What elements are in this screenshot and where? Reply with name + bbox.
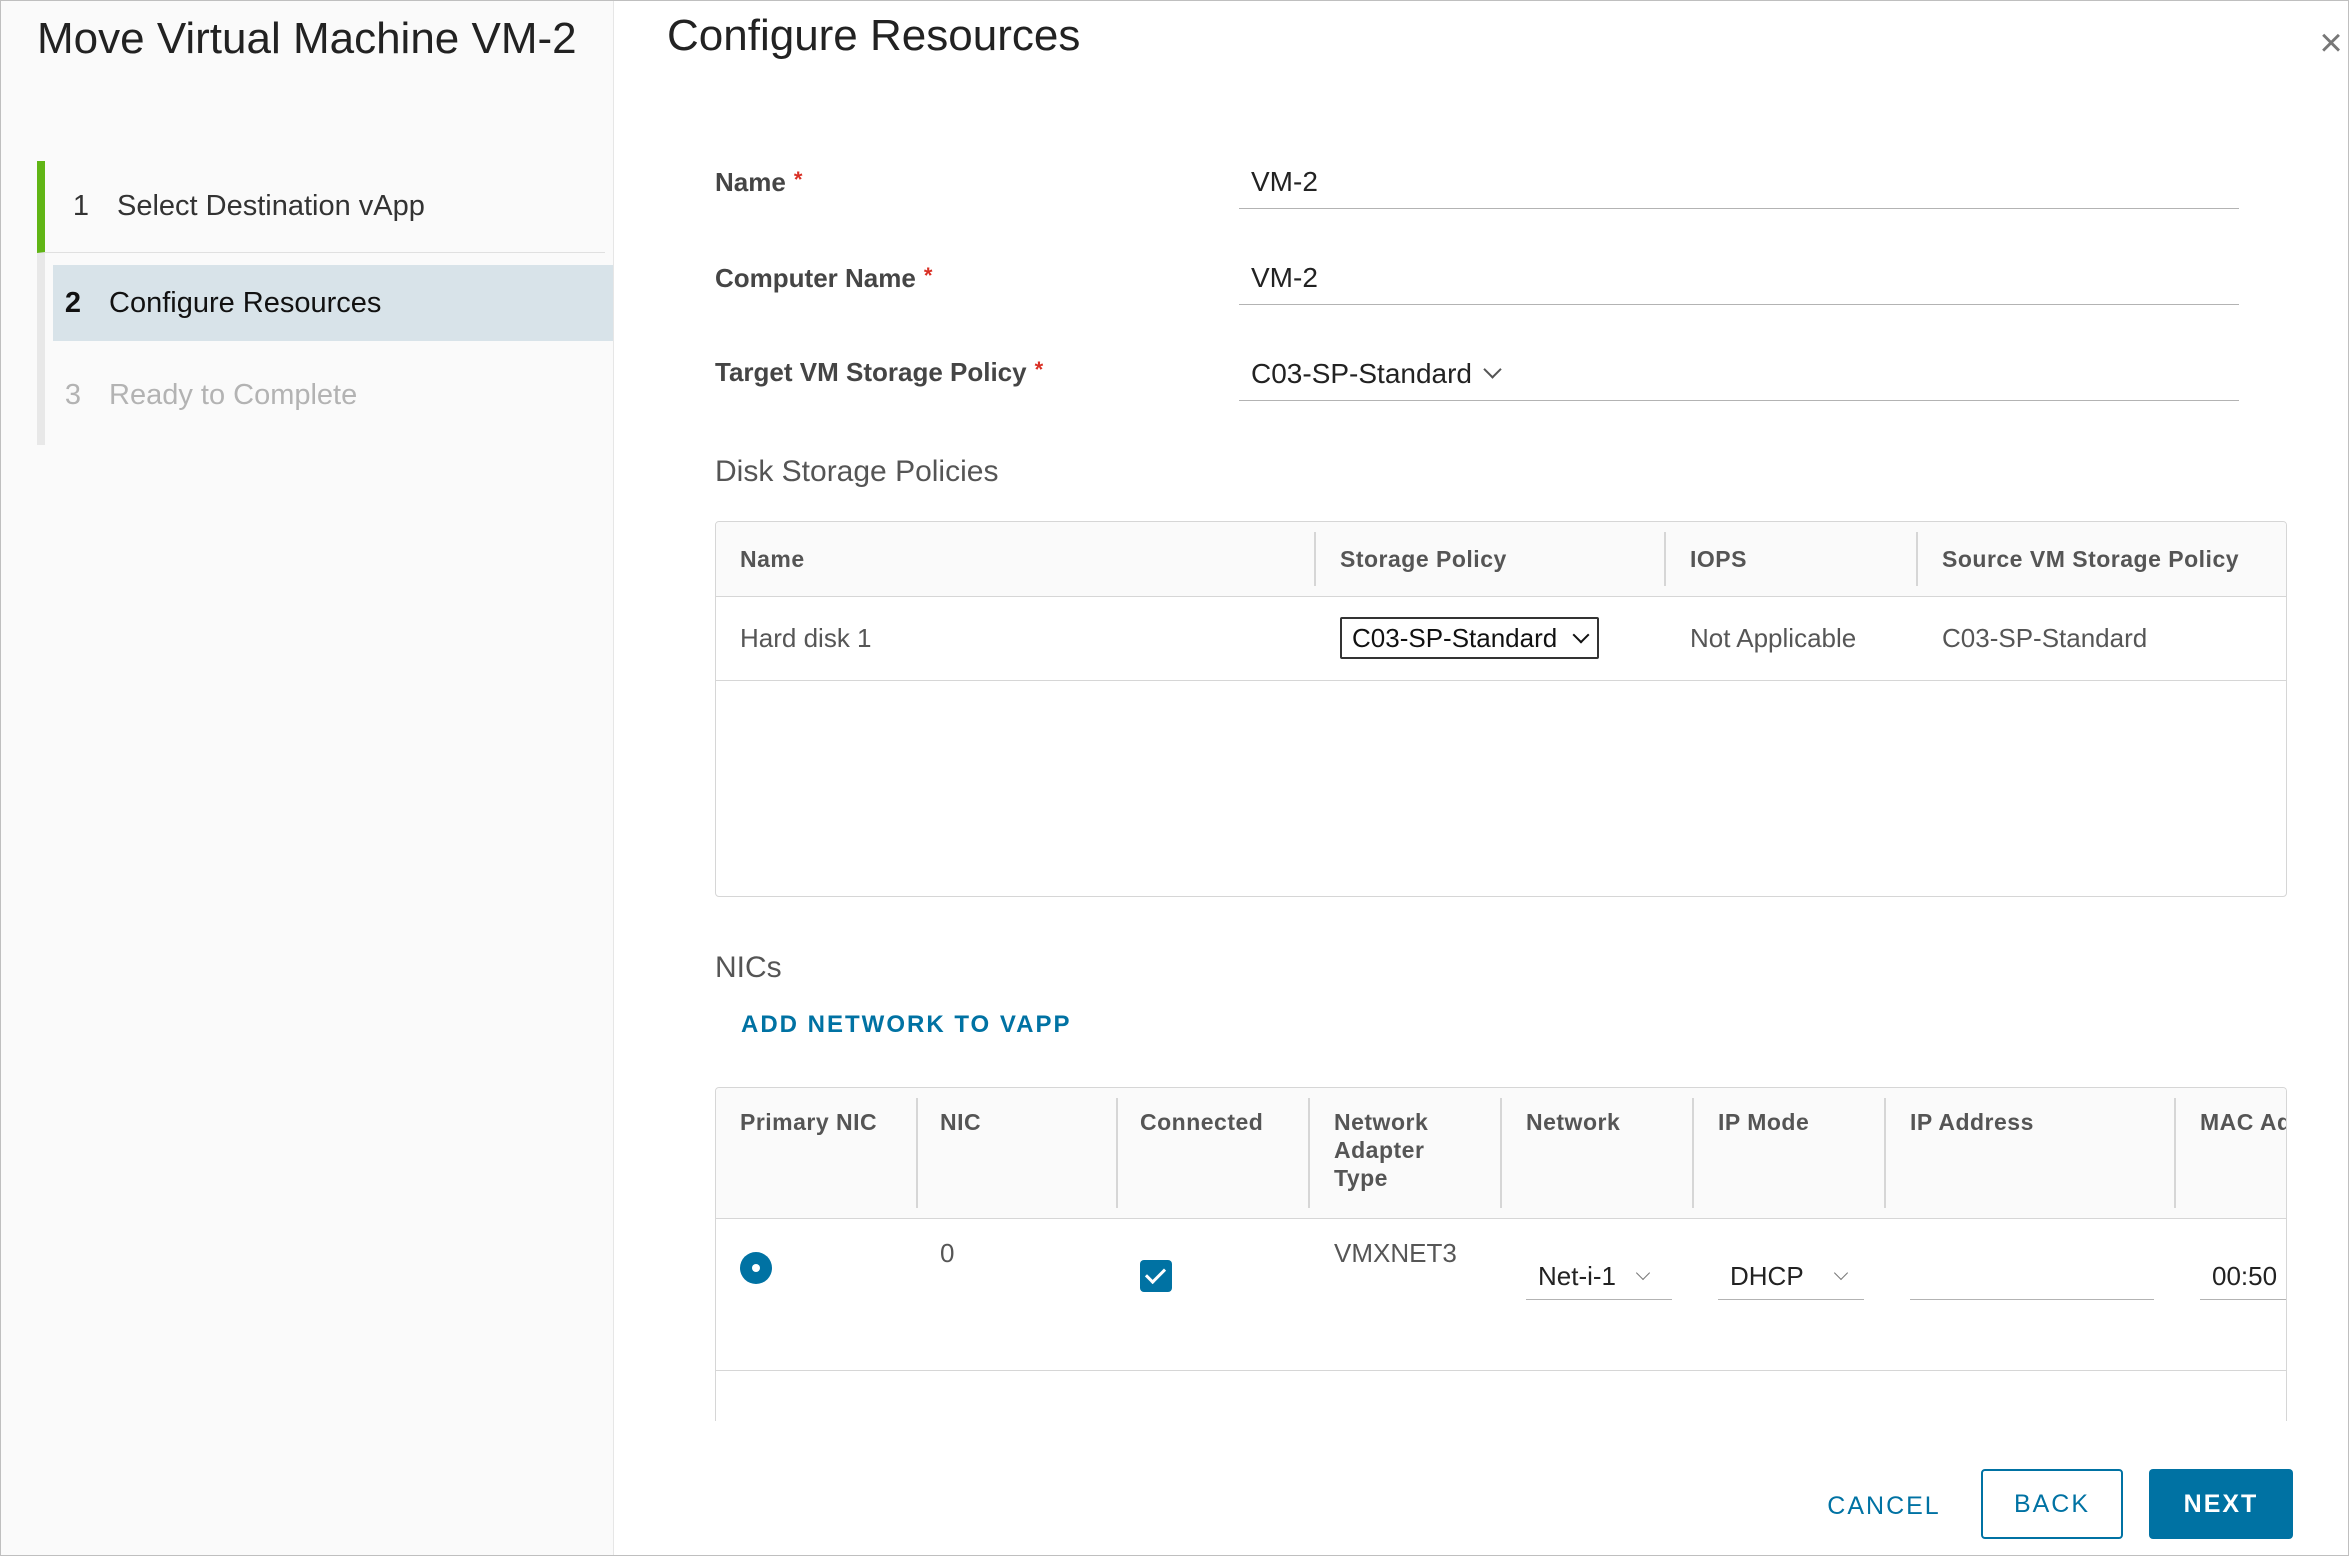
column-divider[interactable]: [1664, 532, 1666, 586]
table-header: Name Storage Policy IOPS Source VM Stora…: [716, 522, 2286, 597]
column-header-ip-address[interactable]: IP Address: [1910, 1108, 2034, 1136]
network-value: Net-i-1: [1538, 1261, 1617, 1291]
column-divider[interactable]: [1308, 1098, 1310, 1208]
back-button[interactable]: BACK: [1981, 1469, 2123, 1539]
name-label: Name *: [715, 167, 802, 198]
computer-name-label: Computer Name *: [715, 263, 932, 294]
page-title: Configure Resources: [667, 11, 1081, 60]
required-marker: *: [923, 263, 933, 288]
next-button[interactable]: NEXT: [2149, 1469, 2293, 1539]
step-label: Configure Resources: [109, 286, 382, 319]
step-configure-resources[interactable]: 2 Configure Resources: [53, 265, 613, 341]
nic-table: Primary NIC NIC Connected Network Adapte…: [715, 1087, 2287, 1421]
primary-nic-radio[interactable]: [740, 1252, 772, 1284]
name-value: VM-2: [1251, 165, 1318, 197]
column-divider[interactable]: [1884, 1098, 1886, 1208]
computer-name-label-text: Computer Name: [715, 263, 916, 293]
nic-index: 0: [940, 1238, 955, 1268]
computer-name-value: VM-2: [1251, 261, 1318, 293]
column-header-source-policy[interactable]: Source VM Storage Policy: [1942, 522, 2239, 596]
storage-policy-label: Target VM Storage Policy *: [715, 357, 1043, 388]
step-label: Ready to Complete: [109, 378, 358, 411]
storage-policy-select[interactable]: C03-SP-Standard: [1239, 347, 2239, 401]
wizard-dialog: Move Virtual Machine VM-2 1 Select Desti…: [0, 0, 2349, 1556]
column-divider[interactable]: [1916, 532, 1918, 586]
computer-name-input[interactable]: VM-2: [1239, 251, 2239, 305]
connected-checkbox[interactable]: [1140, 1260, 1172, 1292]
column-header-nic[interactable]: NIC: [940, 1108, 981, 1136]
column-header-mac-address[interactable]: MAC Ad: [2200, 1108, 2286, 1136]
step-ready-to-complete: 3 Ready to Complete: [45, 357, 613, 433]
wizard-steps: 1 Select Destination vApp 2 Configure Re…: [37, 161, 621, 445]
column-header-name[interactable]: Name: [740, 522, 805, 596]
column-divider[interactable]: [1116, 1098, 1118, 1208]
chevron-down-icon: [1635, 1265, 1651, 1280]
column-header-ip-mode[interactable]: IP Mode: [1718, 1108, 1809, 1136]
step-select-destination[interactable]: 1 Select Destination vApp: [37, 161, 605, 253]
ip-mode-select[interactable]: DHCP: [1718, 1254, 1864, 1300]
adapter-type: VMXNET3: [1334, 1238, 1457, 1268]
close-icon[interactable]: ×: [2313, 23, 2348, 63]
disk-storage-policy-cell: C03-SP-Standard: [1340, 596, 1600, 680]
disk-storage-policy-value: C03-SP-Standard: [1352, 622, 1558, 653]
required-marker: *: [1034, 357, 1044, 382]
column-divider[interactable]: [916, 1098, 918, 1208]
wizard-title: Move Virtual Machine VM-2: [37, 14, 577, 63]
required-marker: *: [793, 167, 803, 192]
ip-address-input[interactable]: [1910, 1254, 2154, 1300]
mac-address-value: 00:50: [2212, 1261, 2278, 1291]
column-header-primary-nic[interactable]: Primary NIC: [740, 1108, 877, 1136]
step-number: 1: [72, 190, 89, 222]
column-header-adapter-type[interactable]: Network Adapter Type: [1334, 1108, 1454, 1192]
column-header-network[interactable]: Network: [1526, 1108, 1620, 1136]
column-header-connected[interactable]: Connected: [1140, 1108, 1263, 1136]
disk-section-title: Disk Storage Policies: [715, 455, 999, 488]
cancel-button[interactable]: CANCEL: [1809, 1471, 1959, 1541]
disk-source-policy: C03-SP-Standard: [1942, 622, 2148, 653]
nic-section-title: NICs: [715, 951, 782, 984]
column-header-storage-policy[interactable]: Storage Policy: [1340, 522, 1507, 596]
add-network-to-vapp-button[interactable]: ADD NETWORK TO VAPP: [741, 1011, 1071, 1039]
storage-policy-value: C03-SP-Standard: [1251, 357, 1473, 389]
chevron-down-icon: [1572, 626, 1590, 644]
name-input[interactable]: VM-2: [1239, 155, 2239, 209]
name-label-text: Name: [715, 167, 786, 197]
chevron-down-icon: [1833, 1265, 1848, 1280]
disk-name: Hard disk 1: [740, 622, 872, 653]
table-header: Primary NIC NIC Connected Network Adapte…: [716, 1088, 2286, 1219]
column-divider[interactable]: [1692, 1098, 1694, 1208]
disk-storage-table: Name Storage Policy IOPS Source VM Stora…: [715, 521, 2287, 897]
column-divider[interactable]: [2174, 1098, 2176, 1208]
chevron-down-icon: [1483, 360, 1502, 379]
network-select[interactable]: Net-i-1: [1526, 1254, 1672, 1300]
column-divider[interactable]: [1314, 532, 1316, 586]
step-label: Select Destination vApp: [117, 190, 425, 222]
table-row: Hard disk 1 C03-SP-Standard Not Applicab…: [716, 596, 2286, 681]
step-number: 2: [64, 286, 81, 319]
column-divider[interactable]: [1500, 1098, 1502, 1208]
wizard-sidebar: Move Virtual Machine VM-2 1 Select Desti…: [1, 1, 614, 1555]
step-number: 3: [64, 378, 81, 411]
storage-policy-label-text: Target VM Storage Policy: [715, 357, 1027, 387]
mac-address-input[interactable]: 00:50: [2200, 1254, 2286, 1300]
table-row: 0 VMXNET3 Net-i-1 DHCP 00:50: [716, 1218, 2286, 1371]
disk-iops: Not Applicable: [1690, 622, 1857, 653]
ip-mode-value: DHCP: [1730, 1261, 1804, 1291]
column-header-iops[interactable]: IOPS: [1690, 522, 1747, 596]
disk-storage-policy-select[interactable]: C03-SP-Standard: [1340, 617, 1600, 659]
